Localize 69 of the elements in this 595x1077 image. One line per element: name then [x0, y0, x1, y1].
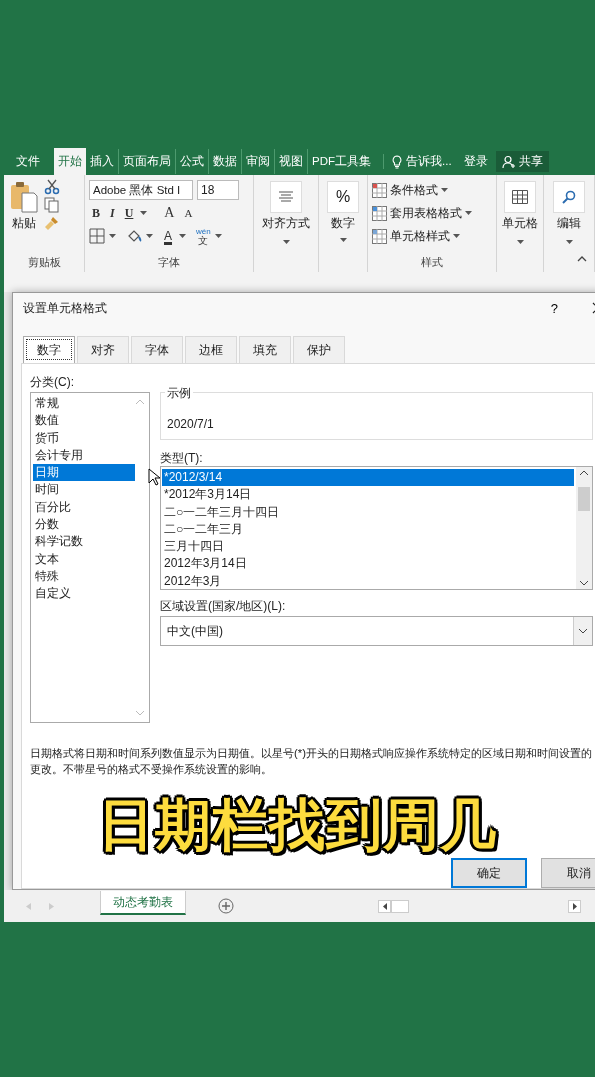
video-caption: 日期栏找到周几	[98, 792, 497, 858]
alignment-button[interactable]: 对齐方式	[260, 179, 312, 236]
dialog-tab[interactable]: 保护	[293, 336, 345, 363]
dialog-tab[interactable]: 字体	[131, 336, 183, 363]
type-item[interactable]: *2012/3/14	[162, 469, 574, 487]
dialog-tab[interactable]: 对齐	[77, 336, 129, 363]
cancel-button[interactable]: 取消	[541, 858, 595, 888]
type-item[interactable]: 2012年3月	[162, 572, 574, 591]
category-item[interactable]: 科学记数	[33, 533, 135, 551]
category-item[interactable]: 数值	[33, 412, 135, 430]
type-item[interactable]: 2012年3月14日	[162, 555, 574, 573]
category-item[interactable]: 货币	[33, 429, 135, 447]
category-item[interactable]: 时间	[33, 481, 135, 499]
category-item[interactable]: 特殊	[33, 567, 135, 586]
style-menu-button[interactable]: 套用表格格式	[372, 202, 492, 225]
ok-button[interactable]: 确定	[451, 858, 527, 888]
style-menu-button[interactable]: 条件格式	[372, 179, 492, 202]
category-item[interactable]: 日期	[33, 464, 135, 482]
group-label: 样式	[420, 255, 444, 270]
font-color-button[interactable]: A	[161, 229, 175, 243]
ribbon-tab[interactable]: 插入	[86, 149, 118, 174]
category-label: 分类(C):	[30, 374, 75, 391]
dialog-tab[interactable]: 填充	[239, 336, 291, 363]
tell-me-field[interactable]: 告诉我...	[406, 154, 452, 169]
group-label: 剪贴板	[26, 255, 62, 270]
dialog-title: 设置单元格格式	[23, 299, 108, 317]
dialog-tab[interactable]: 数字	[23, 336, 75, 363]
editing-button[interactable]: 编辑	[551, 179, 587, 236]
description-text: 日期格式将日期和时间系列数值显示为日期值。以星号(*)开头的日期格式响应操作系统特定的区域日期和时间设置的更改。不带星号的格式不受操作系统设置的影响。	[30, 746, 593, 777]
italic-button[interactable]: I	[107, 205, 118, 221]
shrink-font-button[interactable]: A	[181, 207, 196, 219]
ribbon-tab[interactable]: 文件	[12, 149, 44, 174]
ribbon-tab[interactable]: 视图	[274, 149, 307, 174]
bold-button[interactable]: B	[89, 205, 103, 221]
style-menu-button[interactable]: 单元格样式	[372, 225, 492, 248]
type-item[interactable]: *2012年3月14日	[162, 486, 574, 504]
category-item[interactable]: 百分比	[33, 498, 135, 517]
type-item[interactable]: 二○一二年三月	[162, 520, 574, 539]
font-size-field[interactable]: 18	[197, 180, 239, 200]
paste-button[interactable]: 粘贴	[8, 179, 40, 255]
font-name-field[interactable]: Adobe 黑体 Std I	[89, 180, 193, 200]
ribbon-tab[interactable]: 公式	[175, 149, 208, 174]
sign-in-link[interactable]: 登录	[463, 154, 488, 169]
category-item[interactable]: 会计专用	[33, 446, 135, 465]
sample-value: 2020/7/1	[167, 417, 215, 431]
cells-button[interactable]: 单元格	[500, 179, 540, 236]
underline-button[interactable]: U	[121, 205, 137, 221]
category-item[interactable]: 自定义	[33, 585, 135, 603]
sample-label: 示例	[165, 385, 193, 402]
locale-select[interactable]: 中文(中国)	[160, 616, 593, 646]
type-label: 类型(T):	[160, 450, 204, 466]
dialog-tab[interactable]: 边框	[185, 336, 237, 363]
phonetic-button[interactable]: wén 文	[196, 227, 211, 245]
sheet-tab[interactable]: 动态考勤表	[100, 891, 186, 915]
locale-label: 区域设置(国家/地区)(L):	[160, 598, 287, 615]
help-button[interactable]: ?	[546, 300, 562, 316]
type-item[interactable]: 二○一二年三月十四日	[162, 503, 574, 521]
share-button[interactable]: 共享	[495, 151, 549, 172]
ribbon-tab[interactable]: 数据	[208, 149, 241, 174]
grow-font-button[interactable]: A	[161, 205, 178, 221]
type-item[interactable]: 三月十四日	[162, 538, 574, 556]
category-item[interactable]: 文本	[33, 550, 135, 568]
ribbon-tab[interactable]: PDF工具集	[307, 149, 375, 174]
category-item[interactable]: 分数	[33, 516, 135, 534]
category-item[interactable]: 常规	[33, 395, 135, 413]
ribbon-tab[interactable]: 审阅	[241, 149, 274, 174]
ribbon-tab[interactable]: 开始	[54, 147, 86, 176]
group-label: 字体	[157, 255, 181, 270]
ribbon-tab[interactable]: 页面布局	[118, 149, 175, 174]
